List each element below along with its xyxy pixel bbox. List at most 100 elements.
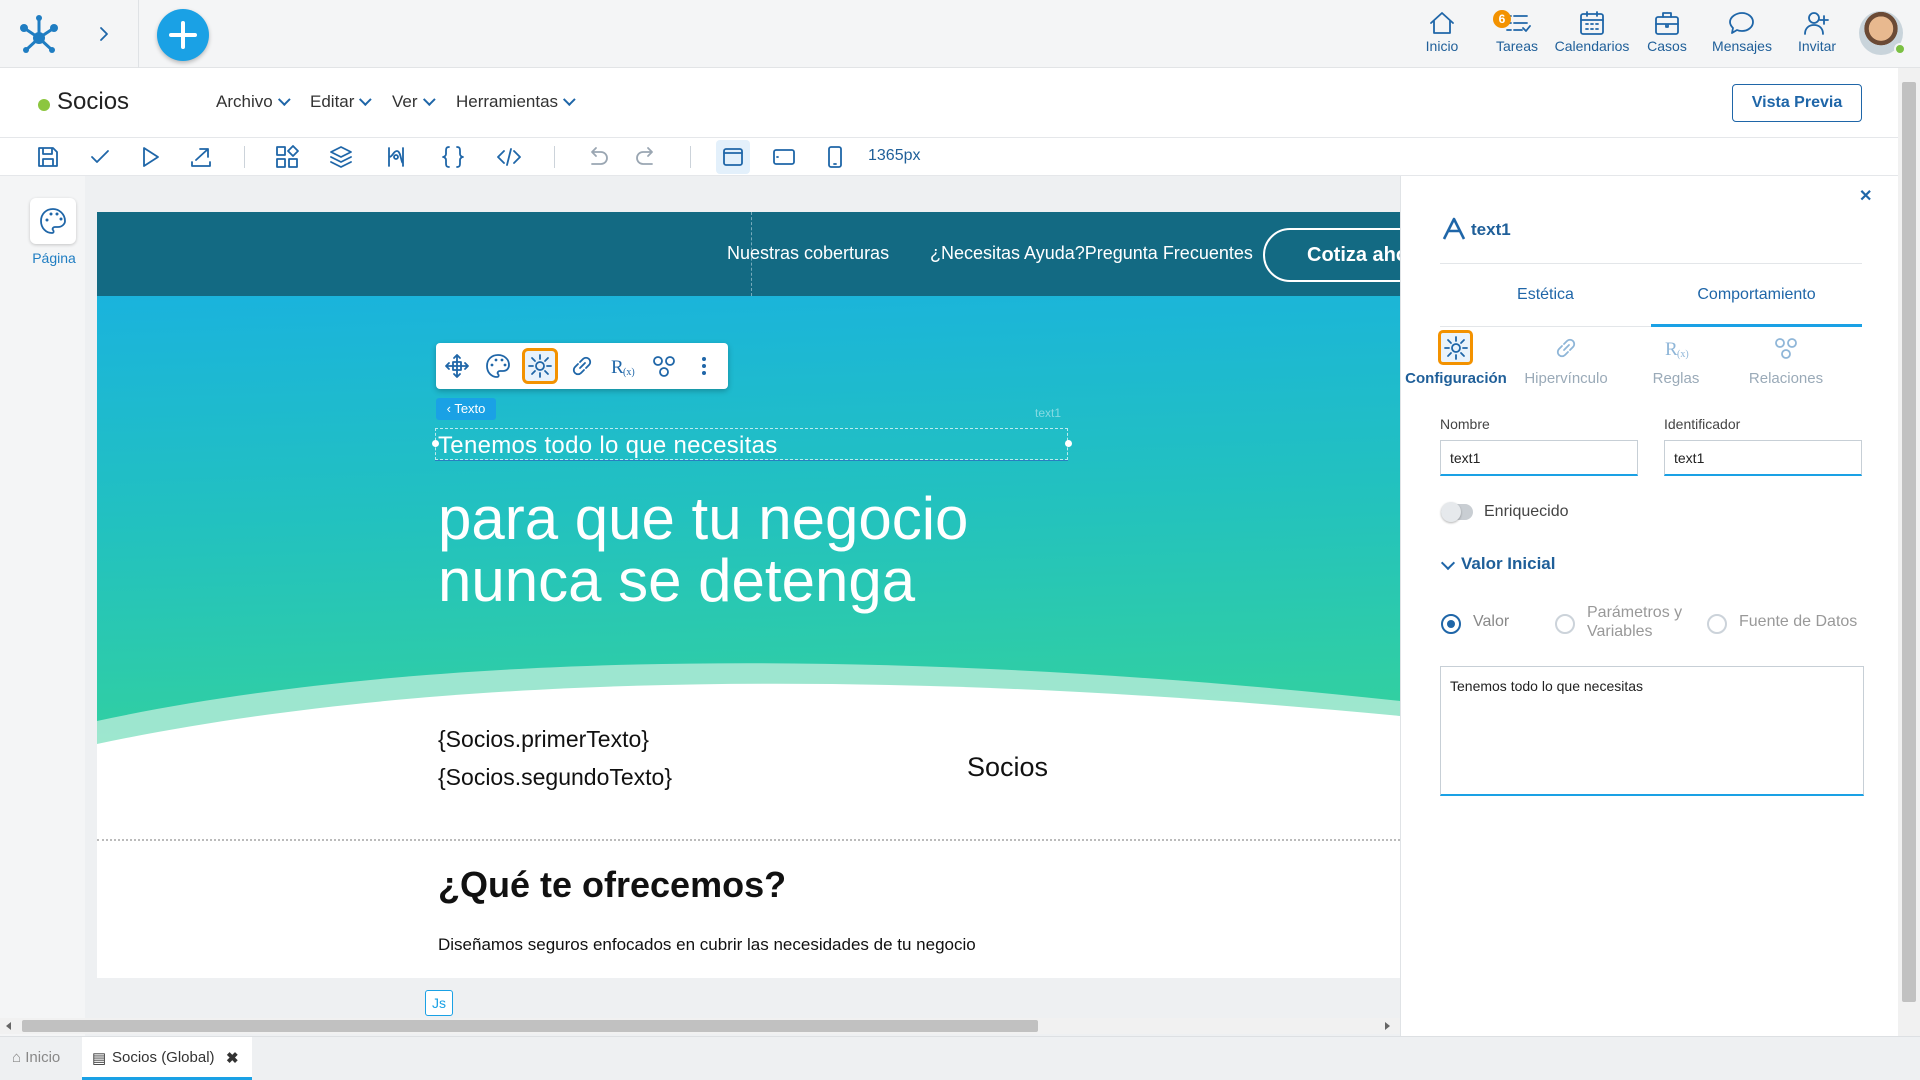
valor-inicial-header[interactable]: Valor Inicial: [1461, 554, 1556, 574]
page-style-label: Página: [32, 250, 76, 266]
subtab-reglas-label: Reglas: [1652, 370, 1700, 387]
editor-toolbar: 1365px: [0, 138, 1898, 176]
radio-fuente-datos[interactable]: [1707, 614, 1727, 634]
element-breadcrumb-label: Texto: [454, 401, 486, 416]
menu-editar[interactable]: Editar: [310, 92, 373, 112]
scroll-left-arrow-icon[interactable]: [6, 1022, 11, 1030]
scroll-right-arrow-icon[interactable]: [1385, 1022, 1390, 1030]
form-icon: ▤: [92, 1050, 107, 1067]
calendar-icon: [1580, 11, 1604, 35]
horizontal-scrollbar[interactable]: [0, 1018, 1400, 1034]
nav-mensajes[interactable]: Mensajes: [1702, 10, 1782, 58]
nav-tareas-label: Tareas: [1495, 38, 1539, 54]
check-icon[interactable]: [87, 144, 113, 170]
relations-icon[interactable]: [650, 352, 678, 380]
run-icon[interactable]: [137, 144, 163, 170]
redo-icon[interactable]: [634, 144, 660, 170]
code-icon[interactable]: [496, 144, 522, 170]
rules-icon[interactable]: R (x): [608, 352, 636, 380]
app-logo-icon[interactable]: [14, 12, 64, 56]
nav-invitar[interactable]: Invitar: [1777, 10, 1857, 58]
link-icon[interactable]: [568, 352, 596, 380]
radio-fuente-label: Fuente de Datos: [1739, 613, 1858, 630]
tab-socios-label: Socios (Global): [112, 1049, 215, 1066]
add-button[interactable]: [157, 9, 209, 61]
site-nav-ayuda[interactable]: ¿Necesitas Ayuda?Pregunta Frecuentes: [930, 243, 1253, 264]
template-text-block[interactable]: {Socios.primerTexto} {Socios.segundoTexto…: [438, 720, 672, 796]
palette-icon[interactable]: [484, 352, 512, 380]
link-icon: [1556, 338, 1576, 358]
toggle-knob[interactable]: [1441, 502, 1461, 522]
page-style-button[interactable]: [30, 198, 76, 244]
js-button[interactable]: Js: [425, 990, 453, 1016]
menu-herramientas[interactable]: Herramientas: [456, 92, 576, 112]
chevron-down-icon: [563, 93, 576, 107]
element-breadcrumb-pill[interactable]: ‹ Texto: [436, 398, 496, 420]
move-icon[interactable]: [443, 352, 471, 380]
identificador-field[interactable]: text1: [1664, 440, 1862, 476]
resize-handle[interactable]: [1065, 440, 1072, 447]
flow-icon[interactable]: [383, 144, 409, 170]
braces-icon[interactable]: [440, 144, 466, 170]
divider: [138, 0, 139, 68]
vertical-scrollbar[interactable]: [1898, 68, 1920, 1036]
scrollbar-thumb[interactable]: [1902, 82, 1916, 1002]
nav-mensajes-label: Mensajes: [1712, 38, 1772, 54]
divider: [554, 146, 555, 168]
tab-socios-global[interactable]: ▤ Socios (Global) ✖: [82, 1037, 252, 1080]
menu-ver-label: Ver: [392, 92, 418, 111]
nav-calendarios[interactable]: Calendarios: [1552, 10, 1632, 58]
mobile-view-icon[interactable]: [822, 144, 848, 170]
nav-casos[interactable]: Casos: [1627, 10, 1707, 58]
cotiza-button[interactable]: Cotiza ahora: [1263, 228, 1400, 282]
site-nav-coberturas[interactable]: Nuestras coberturas: [727, 243, 889, 264]
more-vertical-icon[interactable]: [690, 352, 718, 380]
radio-parametros-line1: Parámetros y: [1587, 604, 1683, 621]
section-text[interactable]: Diseñamos seguros enfocados en cubrir la…: [438, 935, 976, 955]
menu-ver[interactable]: Ver: [392, 92, 436, 112]
subtab-configuracion[interactable]: Configuración: [1401, 334, 1511, 387]
nav-invitar-label: Invitar: [1797, 38, 1837, 54]
save-icon[interactable]: [35, 144, 61, 170]
briefcase-icon: [1655, 12, 1679, 35]
components-icon[interactable]: [274, 144, 300, 170]
nombre-field[interactable]: text1: [1440, 440, 1638, 476]
home-icon: [1430, 12, 1454, 34]
publish-icon[interactable]: [188, 144, 214, 170]
layers-icon[interactable]: [328, 144, 354, 170]
identificador-label: Identificador: [1664, 416, 1741, 432]
tablet-view-icon[interactable]: [771, 144, 797, 170]
preview-button[interactable]: Vista Previa: [1732, 84, 1862, 122]
radio-valor-label: Valor: [1473, 613, 1510, 630]
desktop-view-button[interactable]: [716, 140, 750, 174]
chevron-down-icon[interactable]: [1440, 555, 1456, 571]
online-status-dot: [1894, 43, 1906, 55]
canvas-width-value[interactable]: 1365px: [868, 147, 921, 165]
hero-title[interactable]: para que tu negocio nunca se detenga: [438, 488, 968, 612]
undo-icon[interactable]: [584, 144, 610, 170]
menu-archivo[interactable]: Archivo: [216, 92, 291, 112]
hero-subtitle-text1[interactable]: Tenemos todo lo que necesitas: [438, 432, 778, 460]
radio-parametros-variables[interactable]: [1555, 614, 1575, 634]
close-tab-icon[interactable]: ✖: [226, 1049, 239, 1067]
nav-calendarios-label: Calendarios: [1554, 38, 1630, 54]
nav-inicio[interactable]: Inicio: [1402, 10, 1482, 58]
site-navbar: Nuestras coberturas ¿Necesitas Ayuda?Pre…: [97, 212, 1400, 296]
tab-estetica[interactable]: Estética: [1440, 286, 1651, 304]
subtab-relaciones[interactable]: Relaciones: [1731, 334, 1841, 387]
nav-tareas[interactable]: Tareas: [1477, 10, 1557, 58]
tab-inicio-label: Inicio: [25, 1049, 61, 1066]
section-title[interactable]: ¿Qué te ofrecemos?: [438, 864, 786, 906]
settings-gear-icon[interactable]: [526, 352, 554, 380]
tab-comportamiento[interactable]: Comportamiento: [1651, 286, 1862, 304]
enriquecido-label: Enriquecido: [1484, 503, 1569, 520]
radio-parametros-label: Parámetros y Variables: [1587, 603, 1682, 641]
subtab-hipervinculo[interactable]: Hipervínculo: [1511, 334, 1621, 387]
valor-textarea[interactable]: Tenemos todo lo que necesitas: [1440, 666, 1864, 796]
scrollbar-thumb[interactable]: [22, 1020, 1038, 1032]
subtab-reglas[interactable]: R (x) Reglas: [1621, 334, 1731, 387]
tab-inicio[interactable]: ⌂ Inicio: [12, 1049, 60, 1066]
close-icon[interactable]: ✕: [1859, 186, 1872, 206]
expand-sidebar-chevron-icon[interactable]: [92, 22, 116, 46]
socios-label[interactable]: Socios: [967, 752, 1048, 783]
